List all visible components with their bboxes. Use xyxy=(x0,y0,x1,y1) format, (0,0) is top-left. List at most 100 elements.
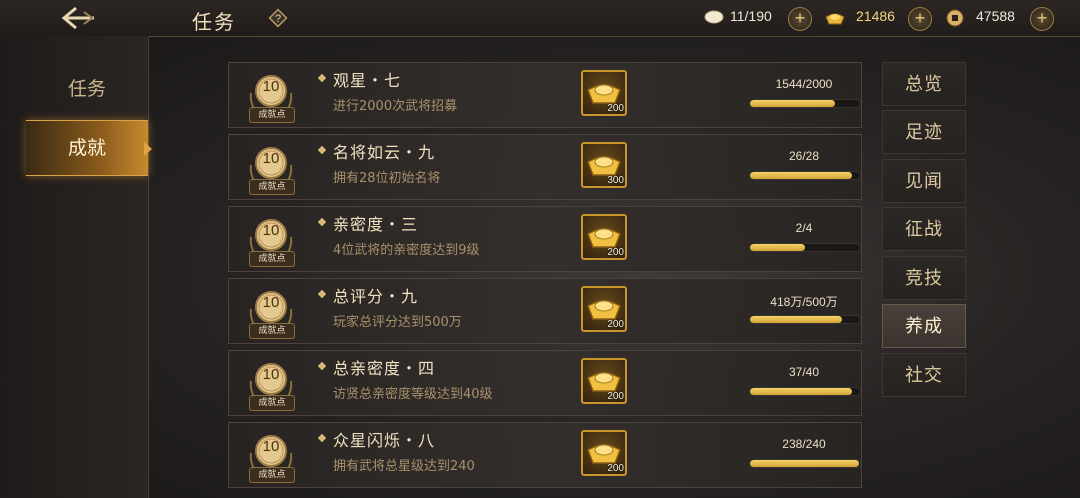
achievement-description: 玩家总评分达到500万 xyxy=(333,315,462,330)
achievement-points-badge: 10 成就点 xyxy=(243,69,299,125)
diamond-bullet-icon xyxy=(317,217,327,227)
reward-amount: 200 xyxy=(607,319,624,330)
diamond-bullet-icon xyxy=(317,145,327,155)
achievement-row: 10 成就点 观星・七 进行2000次武将招募 200 1544/2000 xyxy=(228,62,862,128)
stamina-value: 11/190 xyxy=(730,8,772,24)
nav-tasks[interactable]: 任务 xyxy=(26,62,148,116)
progress-fill xyxy=(750,100,835,107)
back-button[interactable] xyxy=(58,4,98,32)
progress-fill xyxy=(750,172,853,179)
points-value: 10 xyxy=(262,438,280,455)
achievement-row: 10 成就点 总亲密度・四 访贤总亲密度等级达到40级 200 37/40 xyxy=(228,350,862,416)
progress-text: 238/240 xyxy=(782,437,826,451)
category-tab[interactable]: 竞技 xyxy=(882,256,966,300)
gold-ingot-icon xyxy=(825,13,845,25)
points-label: 成就点 xyxy=(249,179,295,195)
gold-resource: 21486 + xyxy=(824,7,932,31)
achievement-name: 总亲密度・四 xyxy=(333,359,436,378)
add-coin-button[interactable]: + xyxy=(1030,7,1054,31)
points-label: 成就点 xyxy=(249,395,295,411)
achievement-description: 访贤总亲密度等级达到40级 xyxy=(333,387,493,402)
category-tab[interactable]: 见闻 xyxy=(882,159,966,203)
points-label: 成就点 xyxy=(249,467,295,483)
achievement-row: 10 成就点 总评分・九 玩家总评分达到500万 200 418万/500万 xyxy=(228,278,862,344)
reward-amount: 200 xyxy=(607,391,624,402)
points-value: 10 xyxy=(262,294,280,311)
progress-fill xyxy=(750,460,859,467)
category-tab[interactable]: 足迹 xyxy=(882,110,966,154)
achievement-row: 10 成就点 名将如云・九 拥有28位初始名将 300 26/28 xyxy=(228,134,862,200)
reward-amount: 200 xyxy=(607,463,624,474)
progress-fill xyxy=(750,244,805,251)
coin-resource: 47588 + xyxy=(946,7,1054,31)
reward-item[interactable]: 300 xyxy=(581,142,627,188)
left-nav: 任务 成就 xyxy=(0,36,149,498)
points-label: 成就点 xyxy=(249,323,295,339)
achievement-name: 名将如云・九 xyxy=(333,143,436,162)
progress-text: 2/4 xyxy=(795,221,813,235)
progress-bar xyxy=(749,315,861,324)
progress-bar xyxy=(749,243,861,252)
points-value: 10 xyxy=(262,222,280,239)
top-bar: 任务 ? 11/190 + 21486 + 47588 + xyxy=(0,0,1080,37)
add-gold-button[interactable]: + xyxy=(908,7,932,31)
achievement-name: 众星闪烁・八 xyxy=(333,431,436,450)
points-value: 10 xyxy=(262,78,280,95)
category-tab[interactable]: 总览 xyxy=(882,62,966,106)
progress-text: 26/28 xyxy=(788,149,820,163)
achievement-points-badge: 10 成就点 xyxy=(243,357,299,413)
diamond-bullet-icon xyxy=(317,289,327,299)
nav-achievements-label: 成就 xyxy=(67,137,106,159)
back-arrow-icon xyxy=(61,6,94,30)
diamond-bullet-icon xyxy=(317,73,327,83)
achievement-points-badge: 10 成就点 xyxy=(243,213,299,269)
reward-amount: 200 xyxy=(607,247,624,258)
category-tab[interactable]: 养成 xyxy=(882,304,966,348)
stamina-resource: 11/190 + xyxy=(704,7,812,31)
progress-bar xyxy=(749,459,861,468)
achievement-name: 亲密度・三 xyxy=(333,215,419,234)
achievement-description: 4位武将的亲密度达到9级 xyxy=(333,243,480,258)
active-indicator-arrow xyxy=(144,142,152,156)
stamina-egg-icon xyxy=(704,10,724,24)
achievement-row: 10 成就点 亲密度・三 4位武将的亲密度达到9级 200 2/4 xyxy=(228,206,862,272)
achievement-name: 总评分・九 xyxy=(333,287,419,306)
achievement-name: 观星・七 xyxy=(333,71,402,90)
points-label: 成就点 xyxy=(249,107,295,123)
diamond-bullet-icon xyxy=(317,361,327,371)
diamond-bullet-icon xyxy=(317,433,327,443)
question-diamond-icon: ? xyxy=(268,8,288,28)
svg-text:?: ? xyxy=(275,13,281,25)
points-value: 10 xyxy=(262,366,280,383)
achievement-points-badge: 10 成就点 xyxy=(243,141,299,197)
progress-bar xyxy=(749,99,861,108)
reward-amount: 300 xyxy=(607,175,624,186)
coin-value: 47588 xyxy=(976,8,1015,24)
nav-achievements[interactable]: 成就 xyxy=(26,120,148,176)
reward-item[interactable]: 200 xyxy=(581,430,627,476)
page-title: 任务 xyxy=(192,10,236,34)
help-button[interactable]: ? xyxy=(268,8,288,28)
reward-item[interactable]: 200 xyxy=(581,358,627,404)
achievement-description: 进行2000次武将招募 xyxy=(333,99,458,114)
progress-text: 1544/2000 xyxy=(775,77,833,91)
reward-item[interactable]: 200 xyxy=(581,214,627,260)
add-stamina-button[interactable]: + xyxy=(788,7,812,31)
achievement-description: 拥有武将总星级达到240 xyxy=(333,459,475,474)
reward-item[interactable]: 200 xyxy=(581,286,627,332)
achievement-row: 10 成就点 众星闪烁・八 拥有武将总星级达到240 200 238/240 xyxy=(228,422,862,488)
copper-coin-icon xyxy=(946,9,964,27)
points-value: 10 xyxy=(262,150,280,167)
achievement-points-badge: 10 成就点 xyxy=(243,429,299,485)
progress-fill xyxy=(750,388,853,395)
category-tab[interactable]: 社交 xyxy=(882,353,966,397)
achievement-points-badge: 10 成就点 xyxy=(243,285,299,341)
progress-text: 418万/500万 xyxy=(770,295,838,309)
progress-bar xyxy=(749,387,861,396)
progress-text: 37/40 xyxy=(788,365,820,379)
reward-amount: 200 xyxy=(607,103,624,114)
progress-fill xyxy=(750,316,843,323)
reward-item[interactable]: 200 xyxy=(581,70,627,116)
category-tab[interactable]: 征战 xyxy=(882,207,966,251)
achievement-description: 拥有28位初始名将 xyxy=(333,171,441,186)
